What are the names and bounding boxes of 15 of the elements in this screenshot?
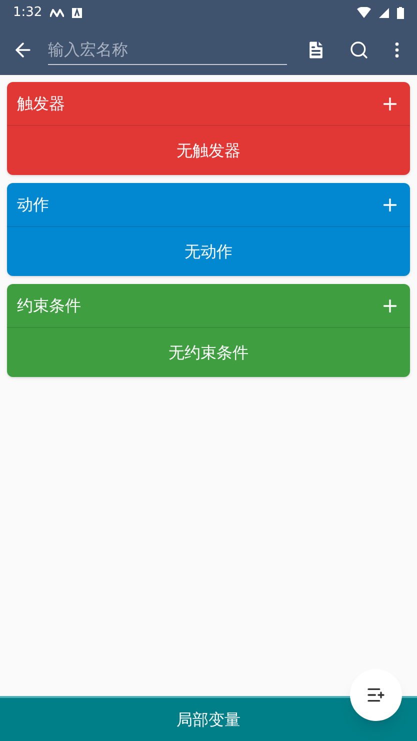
status-time: 1:32 (13, 4, 42, 22)
empty-message: 无约束条件 (168, 342, 248, 364)
search-icon[interactable] (349, 40, 369, 60)
empty-message: 无动作 (184, 240, 232, 262)
local-variables-bar[interactable]: 局部变量 (0, 696, 417, 741)
section-title: 约束条件 (17, 294, 82, 316)
section-title: 触发器 (17, 92, 66, 114)
battery-icon (397, 6, 404, 18)
section-title: 动作 (17, 194, 50, 216)
notification-icon (50, 8, 64, 16)
wifi-icon (357, 7, 371, 18)
macro-name-field[interactable]: 输入宏名称 (48, 36, 287, 64)
notification-icon (72, 8, 82, 18)
signal-icon (379, 8, 389, 18)
empty-message: 无触发器 (176, 140, 240, 162)
